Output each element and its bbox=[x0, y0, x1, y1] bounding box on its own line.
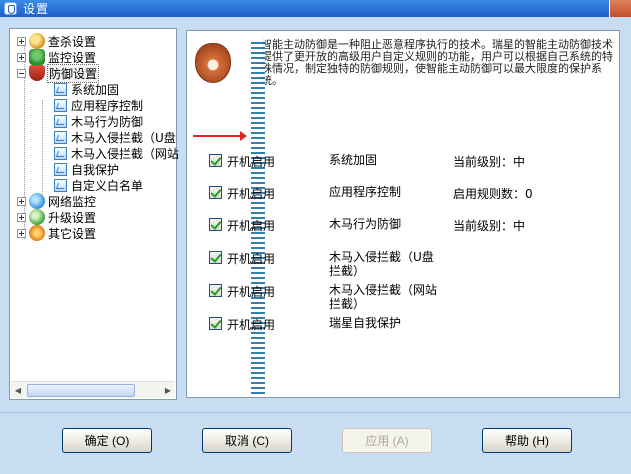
gear-icon bbox=[29, 225, 45, 241]
tree-item-label: 防御设置 bbox=[46, 63, 100, 83]
tree-item-label: 网络监控 bbox=[48, 194, 97, 209]
collapse-icon[interactable] bbox=[17, 68, 26, 78]
feature-description: 智能主动防御是一种阻止恶意程序执行的技术。瑞星的智能主动防御技术提供了更开放的高… bbox=[261, 38, 613, 87]
startup-enable-checkbox[interactable] bbox=[209, 251, 222, 264]
tree-item-label: 其它设置 bbox=[48, 226, 97, 241]
setting-name: 木马入侵拦截（U盘拦截） bbox=[329, 250, 434, 278]
tree-item-label: 查杀设置 bbox=[48, 34, 97, 49]
footer-divider bbox=[0, 412, 631, 413]
setting-row: 开机启用 瑞星自我保护 bbox=[207, 316, 617, 346]
close-button[interactable] bbox=[609, 0, 631, 17]
checkbox-label: 开机启用 bbox=[227, 252, 276, 266]
startup-enable-checkbox[interactable] bbox=[209, 317, 222, 330]
expand-icon[interactable] bbox=[17, 228, 26, 238]
settings-page-icon bbox=[54, 130, 67, 144]
settings-page-icon bbox=[54, 178, 67, 192]
setting-name: 应用程序控制 bbox=[329, 185, 402, 199]
startup-enable-checkbox[interactable] bbox=[209, 284, 222, 297]
title-bar: 设置 bbox=[0, 0, 631, 17]
settings-page-icon bbox=[54, 82, 67, 96]
settings-page-icon bbox=[54, 114, 67, 128]
red-arrow-icon bbox=[193, 131, 247, 141]
startup-enable-checkbox[interactable] bbox=[209, 186, 222, 199]
ok-button[interactable]: 确定 (O) bbox=[62, 428, 152, 453]
setting-row: 开机启用 木马入侵拦截（U盘拦截） bbox=[207, 250, 617, 280]
setting-row: 开机启用 应用程序控制 启用规则数：0 bbox=[207, 185, 617, 215]
checkbox-label: 开机启用 bbox=[227, 187, 276, 201]
setting-status: 当前级别：中 bbox=[453, 219, 526, 233]
tree-item-scan-settings[interactable]: 查杀设置 bbox=[17, 33, 96, 49]
scroll-thumb[interactable] bbox=[27, 383, 135, 397]
setting-row: 开机启用 系统加固 当前级别：中 bbox=[207, 153, 617, 183]
setting-status: 启用规则数：0 bbox=[453, 187, 533, 201]
tree-item-monitor-settings[interactable]: 监控设置 bbox=[17, 49, 96, 65]
tree-item-label: 木马行为防御 bbox=[71, 114, 144, 129]
tree-item-self-protect[interactable]: 自我保护 bbox=[54, 161, 119, 177]
settings-page-icon bbox=[54, 146, 67, 160]
network-icon bbox=[29, 193, 45, 209]
settings-content: 智能主动防御是一种阻止恶意程序执行的技术。瑞星的智能主动防御技术提供了更开放的高… bbox=[186, 30, 620, 398]
startup-enable-checkbox[interactable] bbox=[209, 218, 222, 231]
tree-item-whitelist[interactable]: 自定义白名单 bbox=[54, 177, 143, 193]
setting-name: 木马入侵拦截（网站拦截） bbox=[329, 283, 438, 311]
checkbox-label: 开机启用 bbox=[227, 219, 276, 233]
settings-tree[interactable]: 查杀设置 监控设置 防御设置 系统加固 应用程序控制 木马行为防御 木马入侵拦截… bbox=[9, 28, 179, 400]
shield-icon bbox=[29, 65, 45, 81]
apply-button[interactable]: 应用 (A) bbox=[342, 428, 432, 453]
tree-item-label: 木马入侵拦截（网站 bbox=[71, 146, 180, 161]
setting-name: 木马行为防御 bbox=[329, 217, 402, 231]
setting-status: 当前级别：中 bbox=[453, 155, 526, 169]
tree-connector bbox=[42, 100, 43, 196]
scroll-left-icon[interactable]: ◀ bbox=[11, 383, 25, 398]
baseball-glove-icon bbox=[195, 43, 231, 83]
tree-item-trojan-behavior[interactable]: 木马行为防御 bbox=[54, 113, 143, 129]
tree-item-label: 升级设置 bbox=[48, 210, 97, 225]
upgrade-icon bbox=[29, 209, 45, 225]
search-icon bbox=[29, 33, 45, 49]
tree-item-label: 应用程序控制 bbox=[71, 98, 144, 113]
setting-row: 开机启用 木马入侵拦截（网站拦截） bbox=[207, 283, 617, 313]
tree-item-label: 系统加固 bbox=[71, 82, 120, 97]
checkbox-label: 开机启用 bbox=[227, 155, 276, 169]
checkbox-label: 开机启用 bbox=[227, 285, 276, 299]
tree-item-trojan-web[interactable]: 木马入侵拦截（网站 bbox=[54, 145, 179, 161]
tree-item-system-hardening[interactable]: 系统加固 bbox=[54, 81, 119, 97]
monitor-icon bbox=[29, 49, 45, 65]
tree-item-other-settings[interactable]: 其它设置 bbox=[17, 225, 96, 241]
startup-enable-checkbox[interactable] bbox=[209, 154, 222, 167]
setting-name: 瑞星自我保护 bbox=[329, 316, 402, 330]
expand-icon[interactable] bbox=[17, 196, 26, 206]
settings-page-icon bbox=[54, 98, 67, 112]
tree-item-upgrade-settings[interactable]: 升级设置 bbox=[17, 209, 96, 225]
expand-icon[interactable] bbox=[17, 212, 26, 222]
tree-item-label: 监控设置 bbox=[48, 50, 97, 65]
tree-item-defense-settings[interactable]: 防御设置 bbox=[17, 63, 100, 83]
tree-item-label: 自我保护 bbox=[71, 162, 120, 177]
scroll-right-icon[interactable]: ▶ bbox=[161, 383, 175, 398]
tree-item-network-monitor[interactable]: 网络监控 bbox=[17, 193, 96, 209]
window-title: 设置 bbox=[23, 2, 50, 16]
cancel-button[interactable]: 取消 (C) bbox=[202, 428, 292, 453]
expand-icon[interactable] bbox=[17, 52, 26, 62]
checkbox-label: 开机启用 bbox=[227, 318, 276, 332]
tree-item-trojan-usb[interactable]: 木马入侵拦截（U盘 bbox=[54, 129, 176, 145]
help-button[interactable]: 帮助 (H) bbox=[482, 428, 572, 453]
tree-item-label: 自定义白名单 bbox=[71, 178, 144, 193]
setting-row: 开机启用 木马行为防御 当前级别：中 bbox=[207, 217, 617, 247]
tree-item-app-control[interactable]: 应用程序控制 bbox=[54, 97, 143, 113]
tree-item-label: 木马入侵拦截（U盘 bbox=[71, 130, 176, 145]
settings-page-icon bbox=[54, 162, 67, 176]
horizontal-scrollbar[interactable]: ◀ ▶ bbox=[11, 381, 175, 398]
app-shield-icon bbox=[4, 2, 17, 15]
setting-name: 系统加固 bbox=[329, 153, 378, 167]
expand-icon[interactable] bbox=[17, 36, 26, 46]
